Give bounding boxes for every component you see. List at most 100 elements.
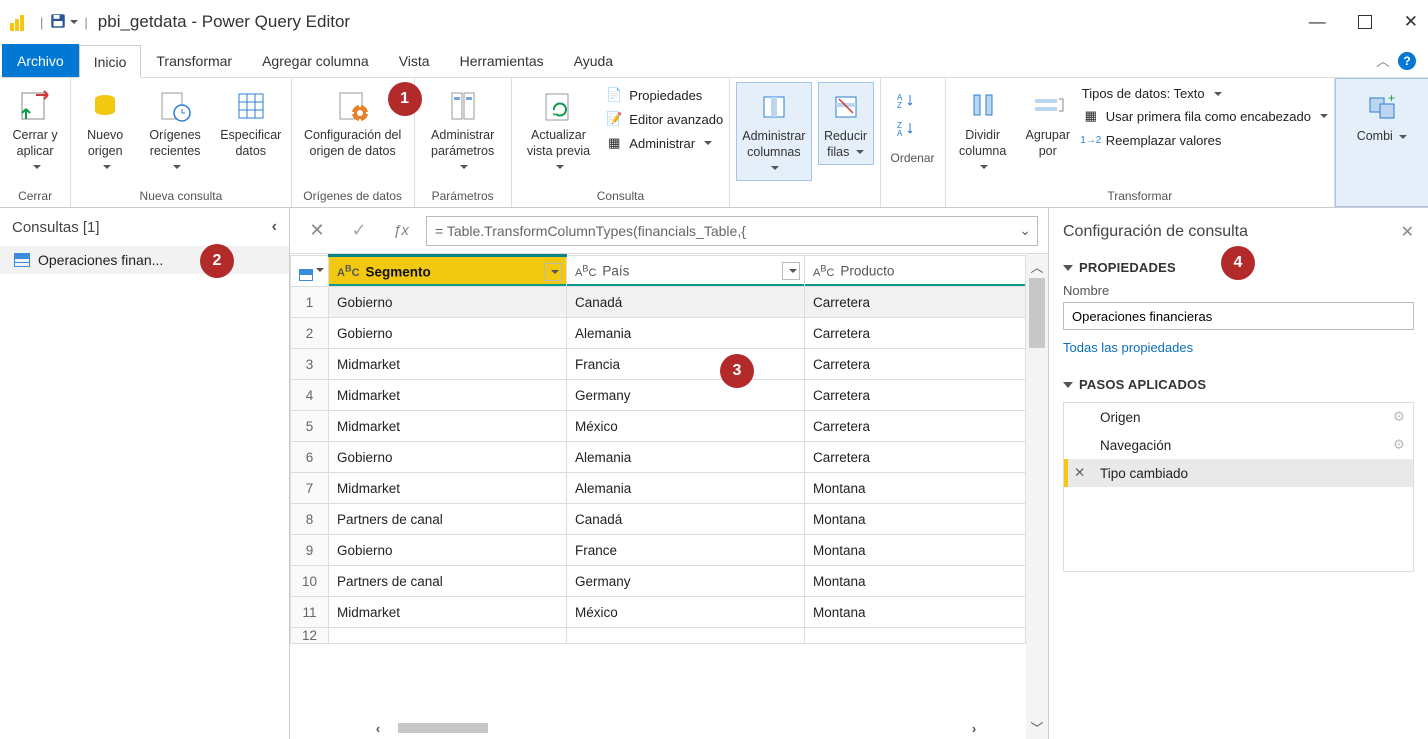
properties-button[interactable]: 📄Propiedades — [605, 86, 723, 104]
cancel-formula-icon[interactable]: ✕ — [300, 215, 334, 247]
row-number[interactable]: 6 — [291, 442, 329, 473]
gear-icon[interactable]: ⚙ — [1393, 437, 1405, 453]
all-properties-link[interactable]: Todas las propiedades — [1063, 340, 1414, 355]
cell[interactable]: Carretera — [805, 287, 1026, 318]
cell[interactable]: Canadá — [567, 287, 805, 318]
manage-button[interactable]: ▦Administrar — [605, 134, 723, 152]
cell[interactable]: Gobierno — [329, 442, 567, 473]
recent-sources-button[interactable]: Orígenes recientes — [139, 82, 211, 179]
cell[interactable]: Alemania — [567, 318, 805, 349]
cell[interactable]: México — [567, 411, 805, 442]
table-row[interactable]: 3MidmarketFranciaCarretera — [291, 349, 1026, 380]
cell[interactable]: Montana — [805, 535, 1026, 566]
table-row[interactable]: 2GobiernoAlemaniaCarretera — [291, 318, 1026, 349]
cell[interactable]: Germany — [567, 380, 805, 411]
cell[interactable]: Montana — [805, 597, 1026, 628]
row-number[interactable]: 11 — [291, 597, 329, 628]
table-row[interactable]: 1GobiernoCanadáCarretera — [291, 287, 1026, 318]
cell[interactable]: France — [567, 535, 805, 566]
collapse-ribbon-icon[interactable]: ︿ — [1376, 51, 1390, 71]
row-number[interactable]: 3 — [291, 349, 329, 380]
tab-archivo[interactable]: Archivo — [2, 44, 79, 77]
table-row[interactable]: 6GobiernoAlemaniaCarretera — [291, 442, 1026, 473]
tab-agregar-columna[interactable]: Agregar columna — [247, 44, 384, 77]
tab-herramientas[interactable]: Herramientas — [445, 44, 559, 77]
data-types-button[interactable]: Tipos de datos: Texto — [1082, 86, 1328, 101]
cell[interactable]: Carretera — [805, 411, 1026, 442]
query-name-input[interactable] — [1063, 302, 1414, 330]
table-row[interactable]: 8Partners de canalCanadáMontana — [291, 504, 1026, 535]
step-navegacion[interactable]: Navegación⚙ — [1064, 431, 1413, 459]
row-number[interactable]: 7 — [291, 473, 329, 504]
properties-section-header[interactable]: PROPIEDADES 4 — [1063, 260, 1414, 275]
cell[interactable]: Midmarket — [329, 411, 567, 442]
cell[interactable]: Midmarket — [329, 473, 567, 504]
close-settings-icon[interactable]: ✕ — [1401, 222, 1414, 242]
cell[interactable]: Carretera — [805, 318, 1026, 349]
replace-values-button[interactable]: 1→2Reemplazar valores — [1082, 131, 1328, 149]
new-source-button[interactable]: Nuevo origen — [77, 82, 133, 179]
column-header-producto[interactable]: ABCProducto — [805, 256, 1026, 287]
step-origen[interactable]: Origen⚙ — [1064, 403, 1413, 431]
close-button[interactable]: ✕ — [1404, 12, 1418, 32]
enter-data-button[interactable]: Especificar datos — [217, 82, 285, 163]
cell[interactable]: Gobierno — [329, 535, 567, 566]
row-number[interactable]: 4 — [291, 380, 329, 411]
formula-input[interactable]: = Table.TransformColumnTypes(financials_… — [426, 216, 1038, 246]
split-column-button[interactable]: Dividir columna — [952, 82, 1014, 179]
cell[interactable]: México — [567, 597, 805, 628]
scroll-up-icon[interactable]: ︿ — [1030, 254, 1043, 278]
cell[interactable]: Partners de canal — [329, 504, 567, 535]
row-number[interactable]: 2 — [291, 318, 329, 349]
row-number[interactable]: 5 — [291, 411, 329, 442]
cell[interactable]: Montana — [805, 473, 1026, 504]
table-row[interactable]: 4MidmarketGermanyCarretera — [291, 380, 1026, 411]
fx-icon[interactable]: ƒx — [384, 215, 418, 247]
tab-transformar[interactable]: Transformar — [141, 44, 247, 77]
use-first-row-header-button[interactable]: ▦Usar primera fila como encabezado — [1082, 107, 1328, 125]
column-header-pais[interactable]: ABCPaís — [567, 256, 805, 287]
help-icon[interactable]: ? — [1398, 52, 1416, 70]
table-row[interactable]: 11MidmarketMéxicoMontana — [291, 597, 1026, 628]
scroll-down-icon[interactable]: ﹀ — [1030, 715, 1043, 739]
cell[interactable]: Canadá — [567, 504, 805, 535]
reduce-rows-button[interactable]: Reducir filas — [818, 82, 874, 165]
combine-button[interactable]: + Combi — [1342, 83, 1422, 149]
cell[interactable]: Partners de canal — [329, 566, 567, 597]
scroll-right-icon[interactable]: › — [962, 721, 986, 736]
tab-ayuda[interactable]: Ayuda — [559, 44, 628, 77]
manage-columns-button[interactable]: Administrar columnas — [736, 82, 811, 181]
advanced-editor-button[interactable]: 📝Editor avanzado — [605, 110, 723, 128]
group-by-button[interactable]: Agrupar por — [1020, 82, 1076, 163]
horizontal-scrollbar[interactable]: ‹ › — [326, 717, 1026, 739]
cell[interactable]: Montana — [805, 504, 1026, 535]
cell[interactable]: Carretera — [805, 442, 1026, 473]
column-filter-icon[interactable] — [544, 263, 562, 281]
cell[interactable]: Midmarket — [329, 597, 567, 628]
cell[interactable]: Carretera — [805, 349, 1026, 380]
cell[interactable]: Midmarket — [329, 380, 567, 411]
formula-dropdown-icon[interactable]: ⌄ — [1019, 222, 1031, 239]
qat-dropdown-icon[interactable] — [70, 20, 78, 24]
table-row[interactable]: 10Partners de canalGermanyMontana — [291, 566, 1026, 597]
column-header-segmento[interactable]: ABCSegmento — [329, 256, 567, 287]
table-row[interactable]: 7MidmarketAlemaniaMontana — [291, 473, 1026, 504]
cell[interactable]: Midmarket — [329, 349, 567, 380]
data-grid[interactable]: ABCSegmento ABCPaís ABCProducto 1Gobiern… — [290, 254, 1026, 644]
sort-desc-button[interactable]: ZA — [895, 118, 917, 140]
save-icon[interactable] — [49, 12, 67, 33]
cell[interactable]: Alemania — [567, 473, 805, 504]
row-number[interactable]: 10 — [291, 566, 329, 597]
tab-inicio[interactable]: Inicio — [79, 45, 142, 78]
collapse-queries-icon[interactable]: ‹ — [272, 218, 277, 236]
manage-parameters-button[interactable]: Administrar parámetros — [421, 82, 505, 179]
row-number[interactable]: 1 — [291, 287, 329, 318]
query-item[interactable]: Operaciones finan... 2 — [0, 246, 289, 274]
cell[interactable]: Gobierno — [329, 318, 567, 349]
row-number[interactable]: 9 — [291, 535, 329, 566]
select-all-corner[interactable] — [291, 256, 329, 287]
sort-asc-button[interactable]: AZ — [895, 90, 917, 112]
table-row[interactable]: 5MidmarketMéxicoCarretera — [291, 411, 1026, 442]
cell[interactable]: Gobierno — [329, 287, 567, 318]
cell[interactable]: Francia — [567, 349, 805, 380]
